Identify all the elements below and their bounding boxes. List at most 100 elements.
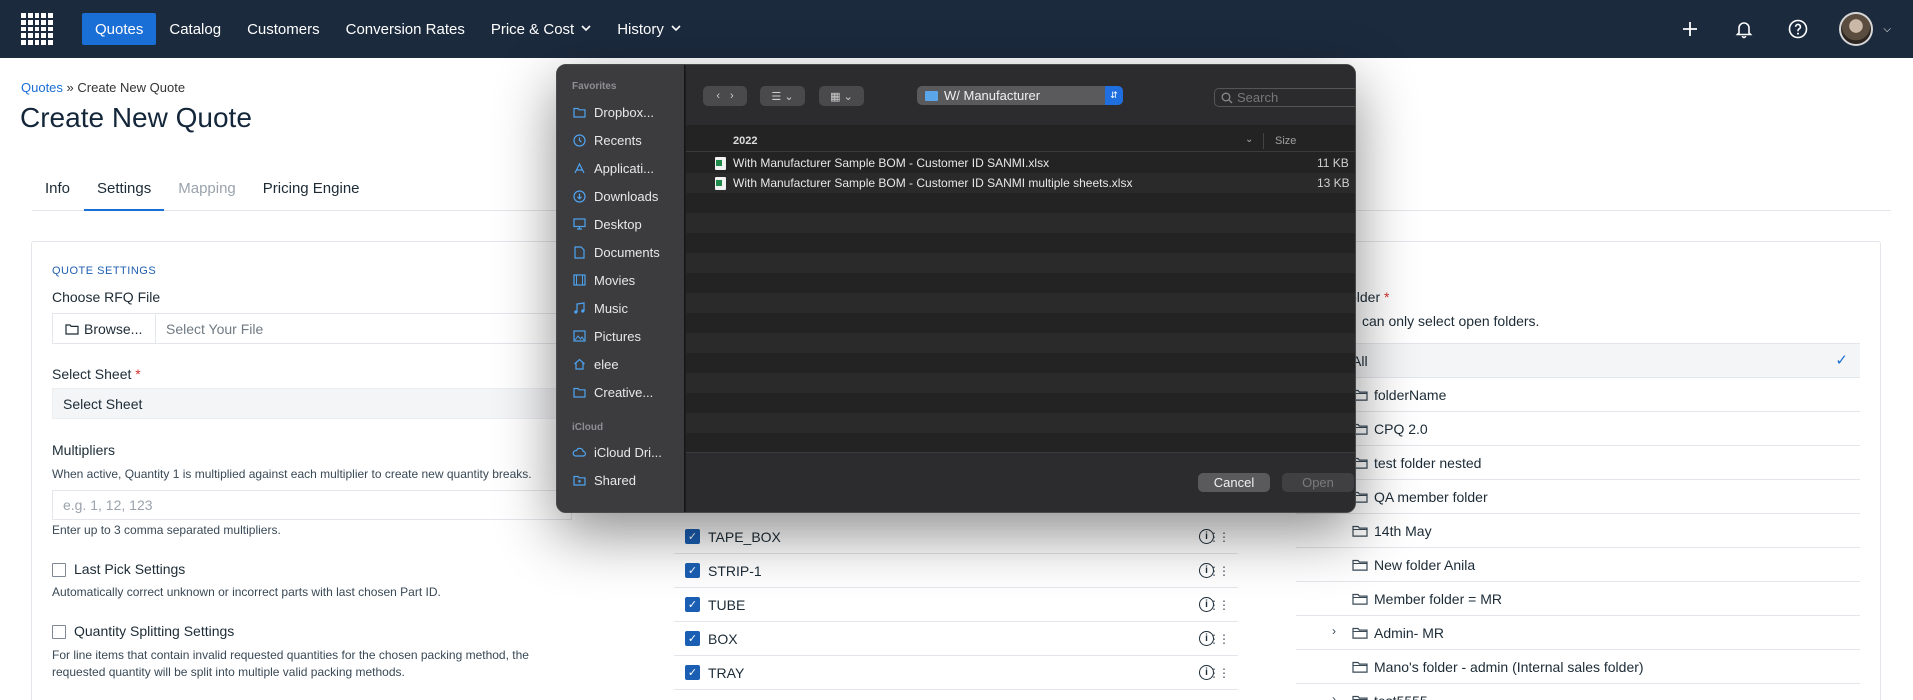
qty-split-label: Quantity Splitting Settings bbox=[74, 623, 235, 639]
sidebar-item-music[interactable]: Music bbox=[572, 299, 682, 317]
bell-icon[interactable] bbox=[1717, 0, 1771, 58]
empty-row bbox=[686, 413, 1355, 433]
nav-item-conversion-rates[interactable]: Conversion Rates bbox=[333, 13, 478, 45]
file-list: With Manufacturer Sample BOM - Customer … bbox=[686, 153, 1355, 454]
drag-handle-icon[interactable]: ⋮⋮ bbox=[1208, 530, 1230, 544]
checkbox-checked[interactable]: ✓ bbox=[685, 665, 700, 680]
tab-info[interactable]: Info bbox=[32, 172, 83, 211]
tab-pricing-engine[interactable]: Pricing Engine bbox=[250, 172, 373, 211]
breadcrumb-link-quotes[interactable]: Quotes bbox=[21, 80, 63, 95]
nav-item-catalog[interactable]: Catalog bbox=[156, 13, 234, 45]
drag-handle-icon[interactable]: ⋮⋮ bbox=[1208, 598, 1230, 612]
packing-method-label: TRAY bbox=[708, 664, 745, 681]
folder-icon bbox=[65, 323, 79, 335]
checkbox-checked[interactable]: ✓ bbox=[685, 631, 700, 646]
sidebar-item-label: Desktop bbox=[594, 216, 642, 232]
sidebar-item-documents[interactable]: Documents bbox=[572, 243, 682, 261]
folder-row-mano-s-folder-admin-internal-sales-folder[interactable]: Mano's folder - admin (Internal sales fo… bbox=[1296, 650, 1860, 684]
sidebar-item-recents[interactable]: Recents bbox=[572, 131, 682, 149]
nav-item-customers[interactable]: Customers bbox=[234, 13, 333, 45]
sidebar-item-downloads[interactable]: Downloads bbox=[572, 187, 682, 205]
checkbox-checked[interactable]: ✓ bbox=[685, 597, 700, 612]
select-sheet-label-text: Select Sheet bbox=[52, 366, 132, 382]
packing-method-label: TUBE bbox=[708, 596, 746, 613]
app-grid-icon[interactable] bbox=[21, 13, 53, 45]
sidebar-item-applicati[interactable]: Applicati... bbox=[572, 159, 682, 177]
file-row[interactable]: With Manufacturer Sample BOM - Customer … bbox=[686, 153, 1355, 173]
forward-icon[interactable]: › bbox=[730, 90, 734, 102]
multipliers-input[interactable]: e.g. 1, 12, 123 bbox=[52, 490, 572, 520]
folder-row-member-folder-mr[interactable]: Member folder = MR bbox=[1296, 582, 1860, 616]
help-icon[interactable] bbox=[1771, 0, 1825, 58]
back-forward-buttons[interactable]: ‹ › bbox=[703, 86, 747, 106]
sidebar-item-shared[interactable]: Shared bbox=[572, 471, 682, 489]
view-grid-button[interactable]: ▦ ⌄ bbox=[819, 86, 864, 106]
folder-label: QA member folder bbox=[1374, 489, 1488, 505]
sidebar-item-elee[interactable]: elee bbox=[572, 355, 682, 373]
sidebar-item-creative[interactable]: Creative... bbox=[572, 383, 682, 401]
column-size-header[interactable]: Size bbox=[1275, 135, 1296, 147]
chevron-down-icon[interactable]: ⌵ bbox=[1883, 24, 1891, 35]
browse-button-label: Browse... bbox=[84, 320, 143, 337]
back-icon[interactable]: ‹ bbox=[716, 90, 720, 102]
file-name: With Manufacturer Sample BOM - Customer … bbox=[733, 176, 1133, 190]
chevron-down-icon[interactable]: ⌄ bbox=[1245, 134, 1253, 145]
location-popup[interactable]: W/ Manufacturer ⇵ bbox=[917, 86, 1123, 105]
folder-label: folderName bbox=[1374, 387, 1447, 403]
drag-handle-icon[interactable]: ⋮⋮ bbox=[1208, 666, 1230, 680]
folder-row-new-folder-anila[interactable]: New folder Anila bbox=[1296, 548, 1860, 582]
last-pick-label: Last Pick Settings bbox=[74, 561, 186, 577]
folder-icon bbox=[1352, 558, 1368, 571]
column-separator bbox=[1263, 133, 1264, 149]
qty-split-help-line-1: For line items that contain invalid requ… bbox=[52, 648, 529, 662]
breadcrumb: Quotes » Create New Quote bbox=[21, 80, 185, 95]
sidebar-item-desktop[interactable]: Desktop bbox=[572, 215, 682, 233]
chevron-right-icon[interactable]: › bbox=[1332, 624, 1336, 638]
chevron-right-icon[interactable]: › bbox=[1332, 692, 1336, 700]
nav-item-quotes[interactable]: Quotes bbox=[82, 13, 157, 45]
last-pick-checkbox[interactable] bbox=[52, 563, 66, 577]
browse-button[interactable]: Browse... bbox=[53, 314, 156, 343]
folder-row-qa-member-folder[interactable]: QA member folder bbox=[1296, 480, 1860, 514]
empty-row bbox=[686, 253, 1355, 273]
sidebar-item-label: Shared bbox=[594, 472, 636, 488]
tab-mapping: Mapping bbox=[178, 180, 236, 197]
file-row[interactable]: With Manufacturer Sample BOM - Customer … bbox=[686, 173, 1355, 193]
folder-row-test-folder-nested[interactable]: test folder nested bbox=[1296, 446, 1860, 480]
cancel-button[interactable]: Cancel bbox=[1198, 473, 1270, 492]
dialog-search-input[interactable]: Search bbox=[1214, 88, 1355, 107]
empty-row bbox=[686, 313, 1355, 333]
checkbox-checked[interactable]: ✓ bbox=[685, 563, 700, 578]
sidebar-item-pictures[interactable]: Pictures bbox=[572, 327, 682, 345]
folder-row-cpq-2-0[interactable]: CPQ 2.0 bbox=[1296, 412, 1860, 446]
rfq-file-input[interactable]: Browse... Select Your File bbox=[52, 313, 572, 344]
view-list-button[interactable]: ☰ ⌄ bbox=[760, 86, 805, 106]
plus-icon[interactable] bbox=[1663, 0, 1717, 58]
folder-row-admin-mr[interactable]: › Admin- MR bbox=[1296, 616, 1860, 650]
sidebar-item-label: iCloud Dri... bbox=[594, 444, 662, 460]
sidebar-item-movies[interactable]: Movies bbox=[572, 271, 682, 289]
open-button[interactable]: Open bbox=[1282, 473, 1354, 492]
rfq-file-label: Choose RFQ File bbox=[52, 289, 161, 305]
drag-handle-icon[interactable]: ⋮⋮ bbox=[1208, 632, 1230, 646]
folder-row-all[interactable]: All ✓ bbox=[1296, 344, 1860, 378]
sidebar-item-icloud-dri[interactable]: iCloud Dri... bbox=[572, 443, 682, 461]
folder-row-foldername[interactable]: folderName bbox=[1296, 378, 1860, 412]
qty-split-checkbox[interactable] bbox=[52, 625, 66, 639]
folder-label: 14th May bbox=[1374, 523, 1432, 539]
folder-row-test5555[interactable]: › test5555 bbox=[1296, 684, 1860, 700]
column-name-header[interactable]: 2022 bbox=[733, 135, 757, 147]
tab-settings[interactable]: Settings bbox=[84, 172, 165, 211]
sidebar-item-label: Movies bbox=[594, 272, 636, 288]
checkbox-checked[interactable]: ✓ bbox=[685, 529, 700, 544]
folder-row-14th-may[interactable]: 14th May bbox=[1296, 514, 1860, 548]
sidebar-item-dropbox[interactable]: Dropbox... bbox=[572, 103, 682, 121]
avatar[interactable] bbox=[1839, 12, 1874, 46]
empty-row bbox=[686, 293, 1355, 313]
folder-icon bbox=[1352, 660, 1368, 673]
nav-item-price-cost[interactable]: Price & Cost bbox=[478, 13, 604, 45]
nav-item-history[interactable]: History bbox=[604, 13, 694, 45]
drag-handle-icon[interactable]: ⋮⋮ bbox=[1208, 564, 1230, 578]
quote-settings-heading: QUOTE SETTINGS bbox=[52, 265, 157, 277]
sheet-select[interactable]: Select Sheet bbox=[52, 388, 572, 419]
